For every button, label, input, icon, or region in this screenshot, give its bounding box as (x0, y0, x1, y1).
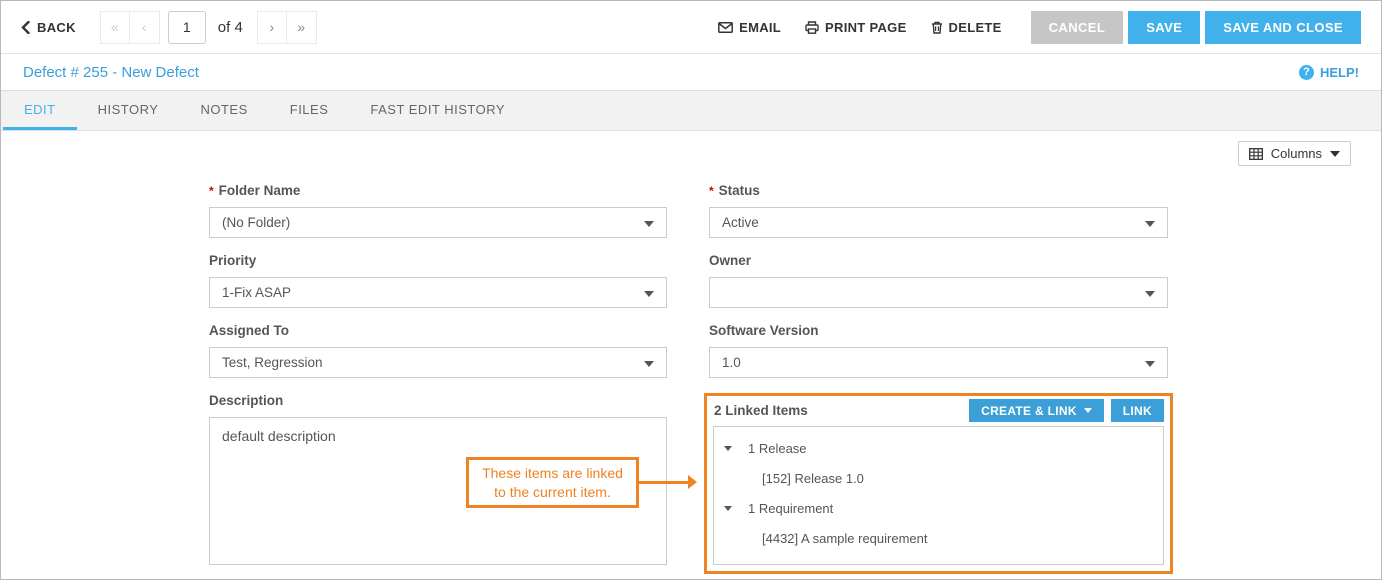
delete-button[interactable]: DELETE (931, 20, 1002, 35)
edit-form-content: Columns * Folder Name (No Folder) Priori… (1, 131, 1381, 580)
description-label: Description (209, 393, 667, 408)
tree-expand-icon[interactable] (724, 446, 732, 451)
tree-expand-icon[interactable] (724, 506, 732, 511)
tab-history[interactable]: HISTORY (77, 91, 180, 130)
tree-group-release[interactable]: 1 Release (714, 433, 1163, 463)
chevron-down-icon (644, 291, 654, 297)
status-select[interactable]: Active (709, 207, 1168, 238)
tab-edit[interactable]: EDIT (3, 91, 77, 130)
callout-line-2: to the current item. (494, 483, 611, 502)
email-label: EMAIL (739, 20, 781, 35)
link-button[interactable]: LINK (1111, 399, 1164, 422)
folder-name-field-group: * Folder Name (No Folder) (209, 183, 667, 238)
owner-label: Owner (709, 253, 1168, 268)
chevron-down-icon (644, 221, 654, 227)
title-row: Defect # 255 - New Defect ? HELP! (1, 54, 1381, 91)
print-page-button[interactable]: PRINT PAGE (805, 20, 907, 35)
linked-items-count-label: 2 Linked Items (714, 403, 808, 418)
software-version-select[interactable]: 1.0 (709, 347, 1168, 378)
assigned-to-field-group: Assigned To Test, Regression (209, 323, 667, 378)
assigned-to-select[interactable]: Test, Regression (209, 347, 667, 378)
page-title: Defect # 255 - New Defect (23, 64, 199, 81)
pagination: « ‹ of 4 › » (100, 11, 317, 44)
linked-items-panel: 2 Linked Items CREATE & LINK LINK 1 Rele… (704, 393, 1173, 574)
previous-page-button[interactable]: ‹ (130, 11, 160, 44)
tree-item-requirement[interactable]: [4432] A sample requirement (714, 523, 1163, 553)
chevron-down-icon (1145, 361, 1155, 367)
print-page-label: PRINT PAGE (825, 20, 907, 35)
create-and-link-button[interactable]: CREATE & LINK (969, 399, 1104, 422)
help-icon: ? (1299, 65, 1314, 80)
chevron-down-icon (1145, 221, 1155, 227)
grid-icon (1249, 148, 1263, 160)
delete-label: DELETE (949, 20, 1002, 35)
tab-bar: EDIT HISTORY NOTES FILES FAST EDIT HISTO… (1, 91, 1381, 131)
help-link[interactable]: ? HELP! (1299, 65, 1359, 80)
required-asterisk: * (209, 184, 214, 198)
form-column-left: * Folder Name (No Folder) Priority 1-Fix… (209, 183, 667, 570)
owner-select[interactable] (709, 277, 1168, 308)
assigned-to-label: Assigned To (209, 323, 667, 338)
email-icon (718, 22, 733, 33)
tab-fast-edit-history[interactable]: FAST EDIT HISTORY (349, 91, 526, 130)
tree-item-release[interactable]: [152] Release 1.0 (714, 463, 1163, 493)
email-button[interactable]: EMAIL (718, 20, 781, 35)
linked-items-header: 2 Linked Items CREATE & LINK LINK (707, 396, 1170, 426)
status-label: * Status (709, 183, 1168, 198)
status-field-group: * Status Active (704, 183, 1173, 238)
tree-group-requirement[interactable]: 1 Requirement (714, 493, 1163, 523)
next-page-button[interactable]: › (257, 11, 287, 44)
callout-line-1: These items are linked (482, 464, 623, 483)
linked-items-tree: 1 Release [152] Release 1.0 1 Requiremen… (713, 426, 1164, 565)
form-column-right: * Status Active Owner Software Version (704, 183, 1173, 574)
priority-field-group: Priority 1-Fix ASAP (209, 253, 667, 308)
tab-notes[interactable]: NOTES (179, 91, 268, 130)
priority-label: Priority (209, 253, 667, 268)
chevron-down-icon (1084, 408, 1092, 413)
owner-field-group: Owner (704, 253, 1173, 308)
page-number-input[interactable] (168, 11, 206, 44)
toolbar: BACK « ‹ of 4 › » EMAIL (1, 1, 1381, 54)
help-label: HELP! (1320, 65, 1359, 80)
folder-name-label: * Folder Name (209, 183, 667, 198)
save-button[interactable]: SAVE (1128, 11, 1200, 44)
tab-files[interactable]: FILES (269, 91, 350, 130)
software-version-field-group: Software Version 1.0 (704, 323, 1173, 378)
required-asterisk: * (709, 184, 714, 198)
callout-arrow (639, 481, 688, 484)
callout-arrowhead-icon (688, 475, 697, 489)
columns-label: Columns (1271, 146, 1322, 161)
chevron-down-icon (1145, 291, 1155, 297)
first-page-button[interactable]: « (100, 11, 130, 44)
priority-select[interactable]: 1-Fix ASAP (209, 277, 667, 308)
folder-name-select[interactable]: (No Folder) (209, 207, 667, 238)
last-page-button[interactable]: » (287, 11, 317, 44)
cancel-button[interactable]: CANCEL (1031, 11, 1124, 44)
software-version-label: Software Version (709, 323, 1168, 338)
chevron-down-icon (644, 361, 654, 367)
chevron-left-icon (21, 21, 30, 34)
annotation-callout: These items are linked to the current it… (466, 457, 639, 508)
chevron-down-icon (1330, 151, 1340, 157)
trash-icon (931, 21, 943, 34)
printer-icon (805, 21, 819, 34)
defect-detail-window: BACK « ‹ of 4 › » EMAIL (0, 0, 1382, 580)
save-and-close-button[interactable]: SAVE AND CLOSE (1205, 11, 1361, 44)
columns-button[interactable]: Columns (1238, 141, 1351, 166)
page-count-label: of 4 (218, 19, 243, 36)
back-button[interactable]: BACK (21, 20, 76, 35)
back-label: BACK (37, 20, 76, 35)
